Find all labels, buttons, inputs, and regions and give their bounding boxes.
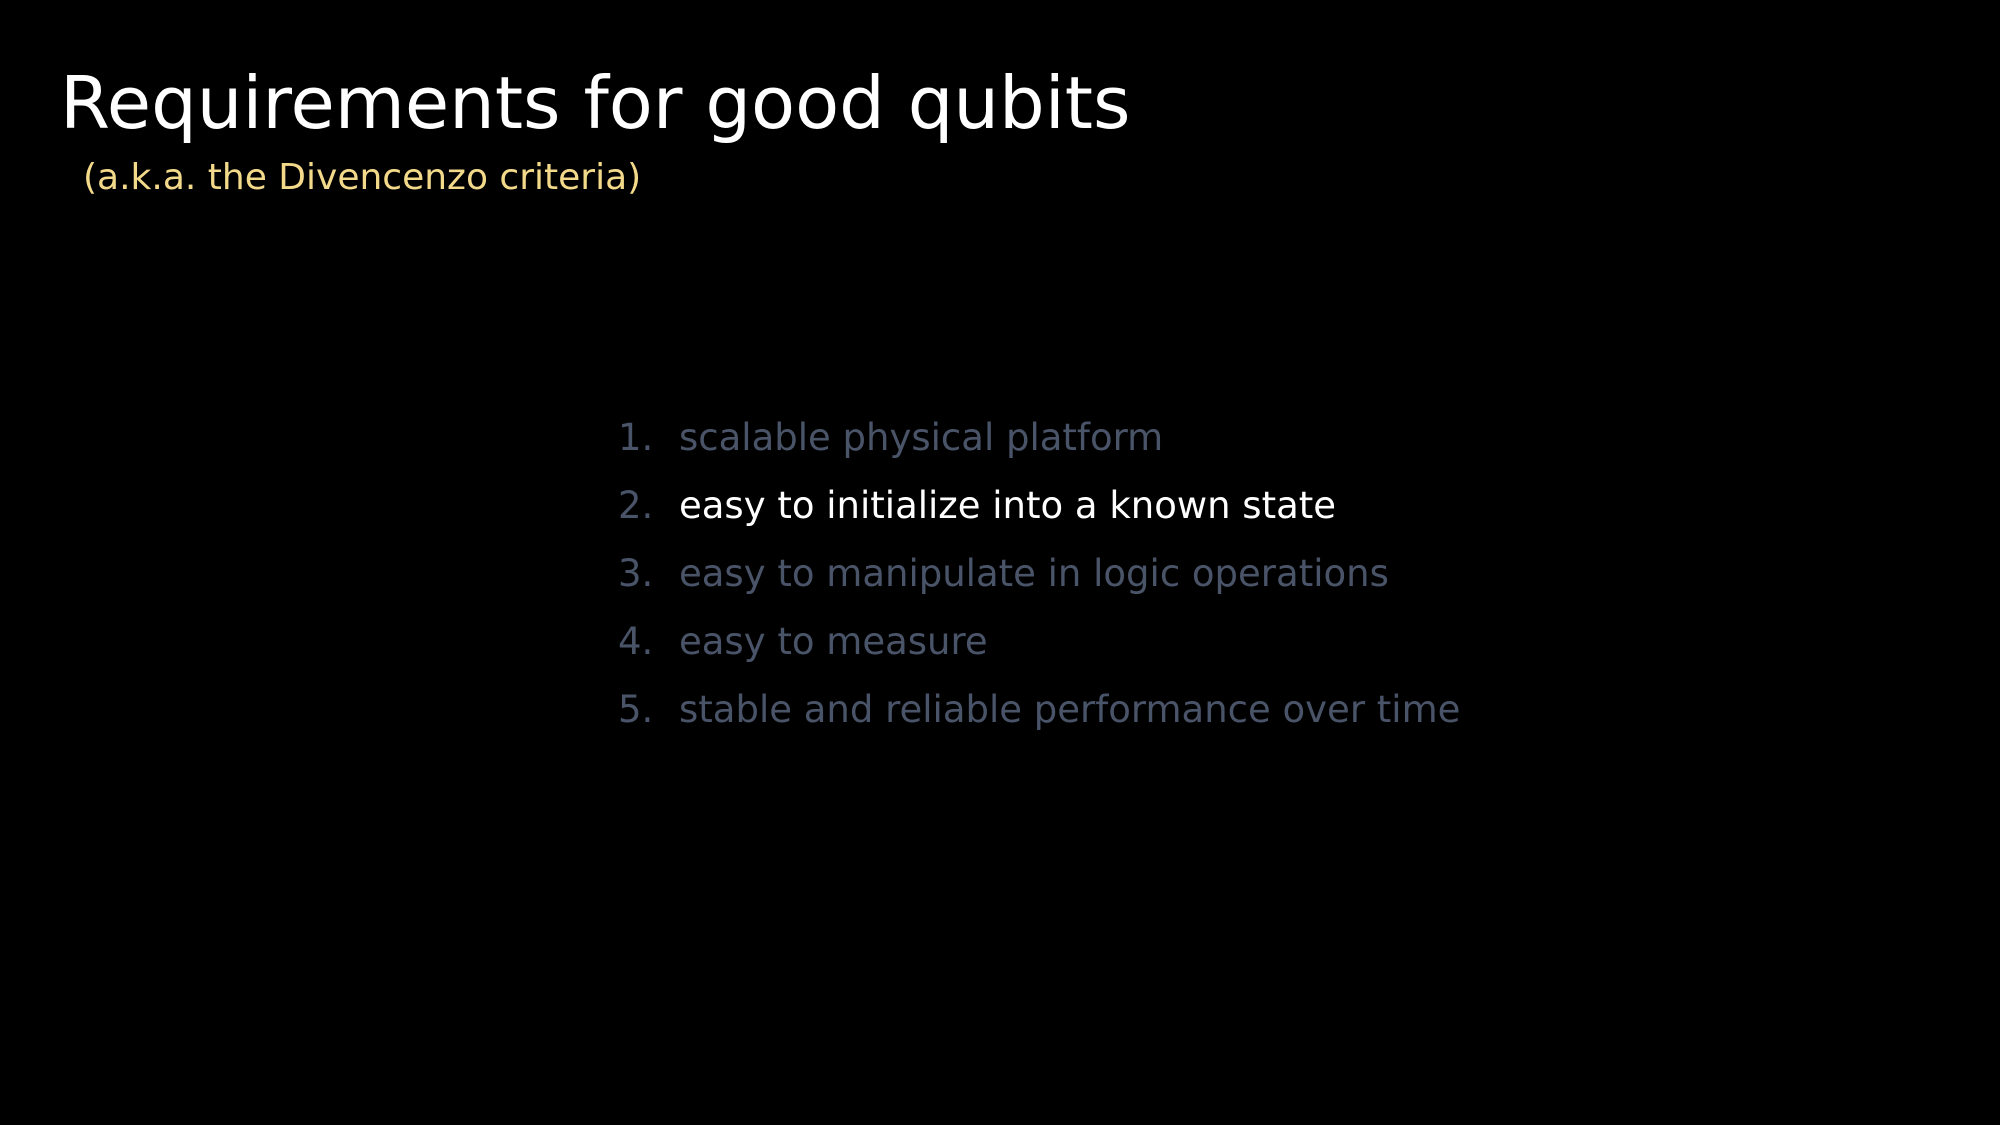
criteria-number: 3. (618, 551, 654, 595)
slide-title: Requirements for good qubits (60, 61, 1131, 145)
slide: Requirements for good qubits (a.k.a. the… (0, 0, 2000, 1125)
criteria-number: 5. (618, 687, 654, 731)
criteria-number: 2. (618, 483, 654, 527)
criteria-list: 1. scalable physical platform 2. easy to… (612, 403, 1460, 743)
criteria-text: scalable physical platform (679, 415, 1164, 459)
criteria-text: stable and reliable performance over tim… (679, 687, 1461, 731)
criteria-item-2: 2. easy to initialize into a known state (612, 471, 1460, 539)
criteria-number: 1. (618, 415, 654, 459)
criteria-text: easy to manipulate in logic operations (679, 551, 1389, 595)
criteria-text: easy to measure (679, 619, 988, 663)
criteria-item-5: 5. stable and reliable performance over … (612, 675, 1460, 743)
slide-subtitle: (a.k.a. the Divencenzo criteria) (83, 157, 642, 198)
criteria-text: easy to initialize into a known state (679, 483, 1337, 527)
criteria-item-4: 4. easy to measure (612, 607, 1460, 675)
criteria-number: 4. (618, 619, 654, 663)
criteria-item-1: 1. scalable physical platform (612, 403, 1460, 471)
criteria-item-3: 3. easy to manipulate in logic operation… (612, 539, 1460, 607)
